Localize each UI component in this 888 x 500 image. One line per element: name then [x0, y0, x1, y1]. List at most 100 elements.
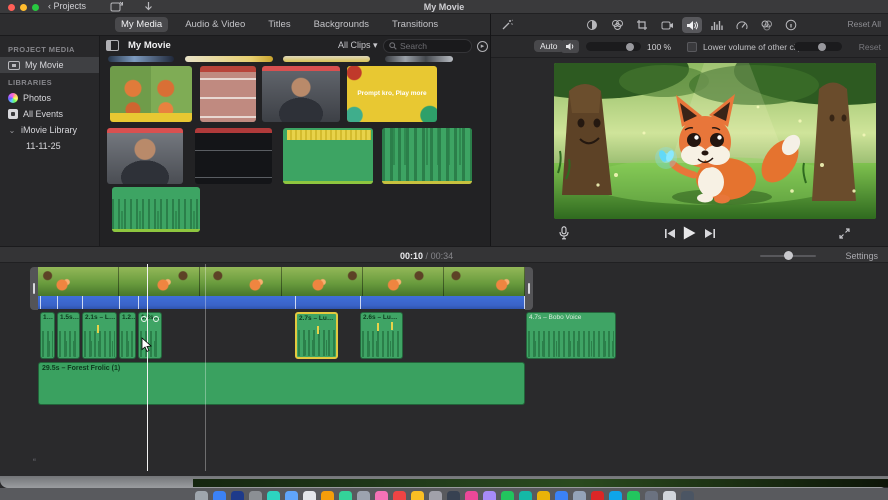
tab-titles[interactable]: Titles [262, 17, 296, 32]
playhead[interactable] [147, 264, 148, 471]
filmstrip-frame [281, 267, 363, 296]
sidebar-toggle-icon[interactable] [106, 40, 119, 51]
chevron-down-icon[interactable]: ⌄ [8, 126, 16, 135]
sidebar-item-all-events[interactable]: All Events [0, 106, 99, 122]
speed-icon[interactable] [732, 17, 752, 33]
dock-app-icon[interactable] [230, 490, 244, 500]
dock-app-icon[interactable] [626, 490, 640, 500]
fade-handle[interactable] [153, 316, 159, 322]
clip-filter-dropdown[interactable]: All Clips ▾ [338, 40, 378, 51]
audio-clip-selected[interactable]: 2.7s – Lu… [295, 312, 338, 359]
dock-app-icon[interactable] [302, 490, 316, 500]
lower-volume-slider[interactable] [794, 42, 842, 51]
dock-app-icon[interactable] [320, 490, 334, 500]
search-field[interactable] [383, 39, 472, 53]
dock-app-icon[interactable] [392, 490, 406, 500]
reset-all-button[interactable]: Reset All [847, 19, 881, 29]
info-icon[interactable] [781, 17, 801, 33]
timeline-zoom-knob[interactable] [784, 251, 793, 260]
clip-thumbnail-webcam[interactable] [107, 128, 183, 184]
sidebar-item-imovie-library[interactable]: ⌄ iMovie Library [0, 122, 99, 138]
dock-app-icon[interactable] [482, 490, 496, 500]
clip-trim-handle-right[interactable] [525, 267, 533, 310]
video-clip-filmstrip[interactable] [38, 267, 525, 296]
voiceover-mic-icon[interactable] [559, 226, 569, 240]
volume-slider-knob[interactable] [626, 42, 634, 51]
clip-thumbnail[interactable] [283, 56, 370, 62]
noise-reduction-icon[interactable] [707, 17, 727, 33]
clip-thumbnail-webcam[interactable] [262, 66, 340, 122]
play-button[interactable] [683, 226, 696, 240]
tab-backgrounds[interactable]: Backgrounds [308, 17, 375, 32]
dock-app-icon[interactable] [500, 490, 514, 500]
clip-thumbnail[interactable] [385, 56, 453, 62]
continuous-playback-icon[interactable]: ▸ [477, 40, 488, 52]
dock-app-icon[interactable] [410, 490, 424, 500]
lower-volume-slider-knob[interactable] [818, 42, 826, 51]
dock-app-icon[interactable] [464, 490, 478, 500]
search-input[interactable] [400, 41, 460, 51]
tab-audio-video[interactable]: Audio & Video [179, 17, 251, 32]
dock-app-icon[interactable] [536, 490, 550, 500]
fullscreen-icon[interactable] [839, 228, 850, 239]
next-frame-icon[interactable] [705, 229, 715, 238]
dock-app-icon[interactable] [374, 490, 388, 500]
dock-app-icon[interactable] [644, 490, 658, 500]
sidebar-item-my-movie[interactable]: My Movie [0, 57, 99, 73]
crop-icon[interactable] [632, 17, 652, 33]
clip-thumbnail-slide[interactable]: Prompt kro, Play more [347, 66, 437, 122]
audio-clip[interactable]: 1… [40, 312, 55, 359]
sidebar-item-photos[interactable]: Photos [0, 90, 99, 106]
clip-thumbnail-screen-recording[interactable] [195, 128, 272, 184]
dock-app-icon[interactable] [572, 490, 586, 500]
dock-app-icon[interactable] [266, 490, 280, 500]
mute-button[interactable] [561, 40, 579, 53]
filters-icon[interactable] [756, 17, 776, 33]
tab-transitions[interactable]: Transitions [386, 17, 444, 32]
audio-clip[interactable]: 1.2… [119, 312, 136, 359]
color-correction-icon[interactable] [607, 17, 627, 33]
lower-volume-checkbox[interactable] [687, 42, 697, 52]
dock-app-icon[interactable] [518, 490, 532, 500]
clip-thumbnail[interactable] [108, 56, 174, 62]
dock-app-icon[interactable] [608, 490, 622, 500]
audio-clip[interactable]: 2.1s – L… [82, 312, 117, 359]
audio-thumbnail[interactable] [112, 187, 200, 232]
music-clip[interactable]: 29.5s – Forest Frolic (1) [38, 362, 525, 405]
timeline[interactable]: 1… 1.5s… 2.1s – L… 1.2… 1.3s… 2.7s – Lu…… [0, 263, 888, 476]
dock-app-icon[interactable] [446, 490, 460, 500]
volume-icon[interactable] [682, 17, 702, 33]
clip-thumbnail-notes[interactable] [200, 66, 256, 122]
clip-thumbnail-fox-collage[interactable] [110, 66, 192, 122]
clip-thumbnail[interactable] [185, 56, 273, 62]
stabilization-icon[interactable] [657, 17, 677, 33]
dock-app-icon[interactable] [284, 490, 298, 500]
dock-app-icon[interactable] [212, 490, 226, 500]
dock-app-icon[interactable] [590, 490, 604, 500]
dock-app-icon[interactable] [194, 490, 208, 500]
audio-clip-bobo-voice[interactable]: 4.7s – Bobo Voice [526, 312, 616, 359]
dock-app-icon[interactable] [662, 490, 676, 500]
previous-frame-icon[interactable] [665, 229, 675, 238]
clip-trim-handle-left[interactable] [30, 267, 38, 310]
enhance-wand-icon[interactable] [497, 17, 517, 33]
tab-my-media[interactable]: My Media [115, 17, 169, 32]
sidebar-item-library-event[interactable]: 11-11-25 [0, 138, 99, 154]
color-balance-icon[interactable] [582, 17, 602, 33]
audio-clip[interactable]: 1.5s… [57, 312, 80, 359]
waveform [287, 130, 371, 140]
auto-volume-button[interactable]: Auto [534, 40, 564, 52]
audio-clip[interactable]: 2.6s – Lu… [360, 312, 403, 359]
dock-app-icon[interactable] [338, 490, 352, 500]
dock-app-icon[interactable] [554, 490, 568, 500]
dock-app-icon[interactable] [680, 490, 694, 500]
video-preview[interactable] [554, 63, 876, 219]
audio-thumbnail[interactable] [382, 128, 472, 184]
dock-app-icon[interactable] [428, 490, 442, 500]
dock-app-icon[interactable] [356, 490, 370, 500]
audio-thumbnail[interactable] [283, 128, 373, 184]
volume-slider[interactable] [586, 42, 641, 51]
dock-app-icon[interactable] [248, 490, 262, 500]
timeline-settings-button[interactable]: Settings [845, 251, 878, 261]
reset-button[interactable]: Reset [859, 42, 881, 52]
